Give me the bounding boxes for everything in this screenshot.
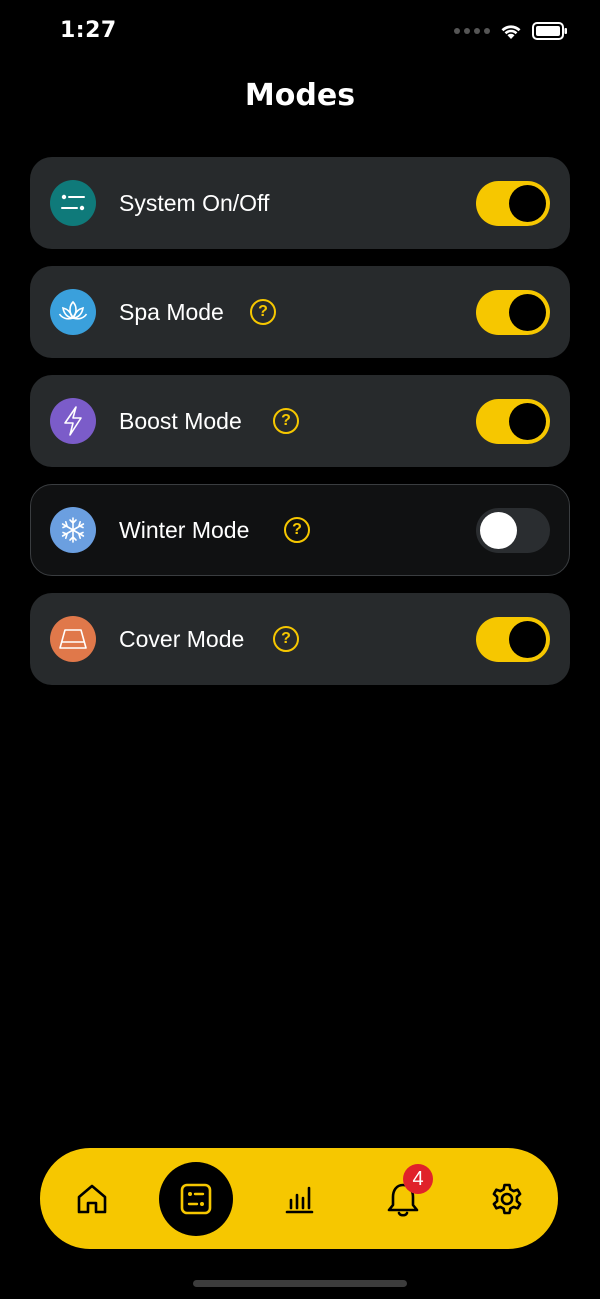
page-title: Modes <box>244 78 356 113</box>
system-toggle[interactable] <box>476 181 550 226</box>
lotus-icon <box>50 289 96 335</box>
help-icon[interactable]: ? <box>273 626 299 652</box>
tab-settings[interactable] <box>472 1148 542 1249</box>
gear-icon <box>492 1183 522 1214</box>
notification-badge: 4 <box>403 1164 433 1194</box>
wifi-icon <box>501 24 521 39</box>
tab-home[interactable] <box>57 1148 127 1249</box>
mode-label-boost: Boost Mode <box>119 408 242 434</box>
battery-icon <box>532 22 567 40</box>
toggle-knob <box>480 512 517 549</box>
tab-stats[interactable] <box>264 1148 334 1249</box>
mode-card-spa: Spa Mode ? <box>30 266 570 358</box>
mode-card-cover: Cover Mode ? <box>30 593 570 685</box>
mode-card-boost: Boost Mode ? <box>30 375 570 467</box>
help-icon[interactable]: ? <box>284 517 310 543</box>
toggle-knob <box>509 185 546 222</box>
tab-notifications[interactable] <box>368 1148 438 1249</box>
spa-mode-toggle[interactable] <box>476 290 550 335</box>
mode-label-cover: Cover Mode <box>119 626 245 652</box>
snowflake-icon <box>50 507 96 553</box>
help-icon[interactable]: ? <box>250 299 276 325</box>
status-bar: 1:27 <box>0 0 600 66</box>
bottom-tab-bar: 4 <box>40 1148 558 1249</box>
bar-chart-icon <box>285 1186 314 1213</box>
toggle-knob <box>509 621 546 658</box>
boost-mode-toggle[interactable] <box>476 399 550 444</box>
status-indicators <box>454 22 568 40</box>
help-icon[interactable]: ? <box>273 408 299 434</box>
toggle-knob <box>509 403 546 440</box>
mode-label-system: System On/Off <box>119 190 270 216</box>
cover-mode-toggle[interactable] <box>476 617 550 662</box>
status-time: 1:27 <box>60 18 117 43</box>
mode-label-winter: Winter Mode <box>119 517 250 543</box>
winter-mode-toggle[interactable] <box>476 508 550 553</box>
mode-card-winter: Winter Mode ? <box>30 484 570 576</box>
home-indicator <box>193 1280 407 1287</box>
sliders-icon <box>50 180 96 226</box>
mode-label-spa: Spa Mode <box>119 299 224 325</box>
cover-icon <box>50 616 96 662</box>
modes-icon <box>180 1183 212 1215</box>
tab-modes[interactable] <box>159 1162 233 1236</box>
lightning-icon <box>50 398 96 444</box>
home-icon <box>77 1184 107 1213</box>
cellular-signal-icon <box>454 28 490 34</box>
mode-card-system: System On/Off <box>30 157 570 249</box>
mode-list: System On/Off Spa Mode ? Boost Mode ? Wi… <box>30 157 570 702</box>
toggle-knob <box>509 294 546 331</box>
